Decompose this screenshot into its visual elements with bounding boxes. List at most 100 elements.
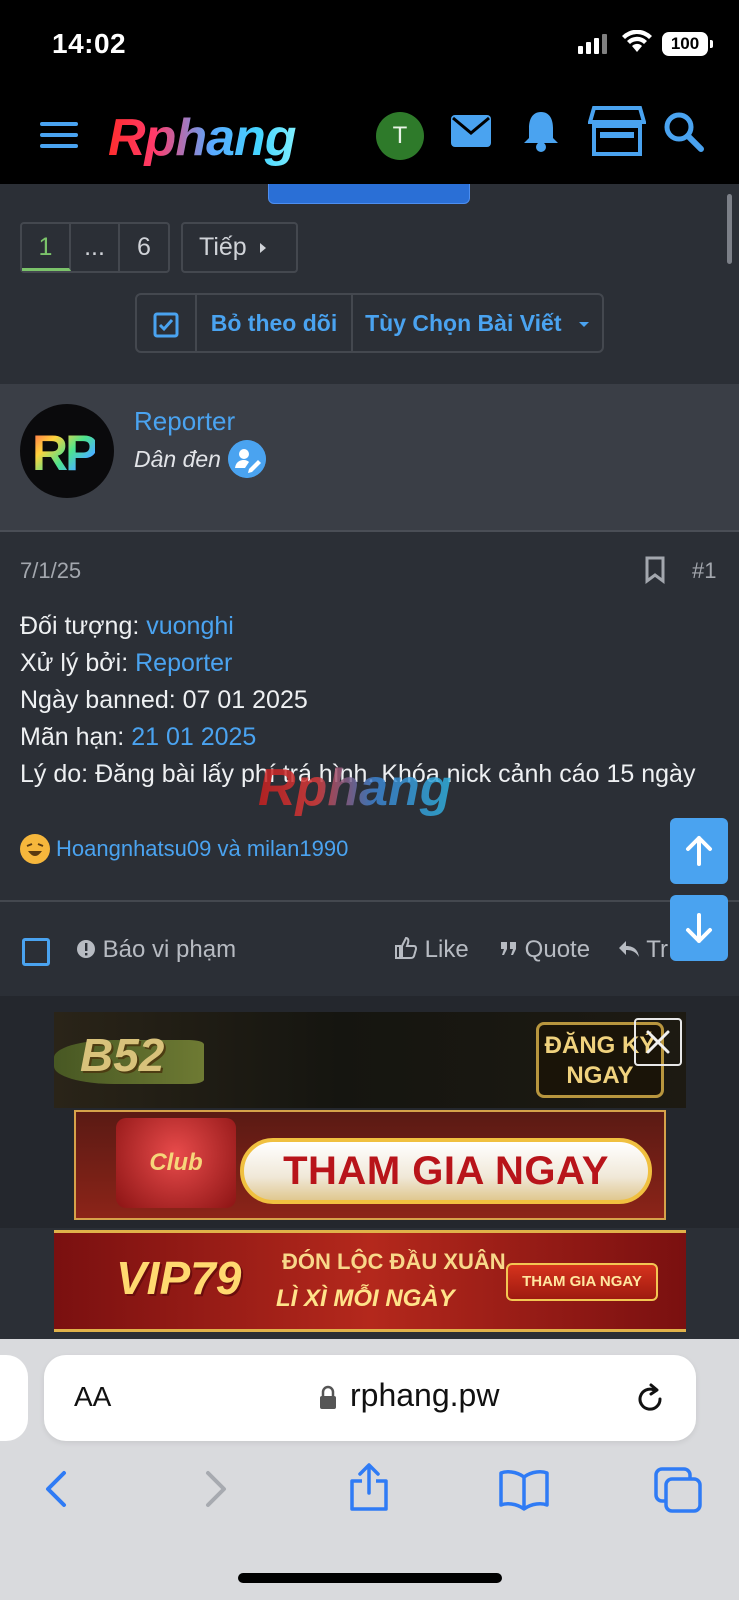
- text-size-button[interactable]: AA: [74, 1381, 111, 1413]
- line-label: Lý do:: [20, 760, 96, 788]
- reactions-users[interactable]: Hoangnhatsu09 và milan1990: [56, 836, 348, 862]
- line-label: Mãn hạn:: [20, 723, 132, 751]
- post-date[interactable]: 7/1/25: [20, 558, 81, 584]
- alert-circle-icon: [77, 940, 95, 958]
- post-options-label: Tùy Chọn Bài Viết: [365, 310, 562, 336]
- target-user-link[interactable]: vuonghi: [146, 612, 234, 640]
- status-time: 14:02: [52, 28, 127, 59]
- report-button[interactable]: Báo vi phạm: [76, 936, 236, 964]
- author-avatar[interactable]: RP: [20, 404, 114, 498]
- reload-icon[interactable]: [632, 1381, 668, 1417]
- wifi-icon: [622, 30, 652, 52]
- ad-banner-b52[interactable]: B52 ĐĂNG KÝ NGAY: [54, 1012, 686, 1108]
- url-text[interactable]: rphang.pw: [350, 1377, 499, 1414]
- reply-button-edge[interactable]: [268, 184, 470, 204]
- thread-tools: Bỏ theo dõi Tùy Chọn Bài Viết: [135, 293, 604, 353]
- scrollbar[interactable]: [727, 194, 732, 264]
- ad-brand-b52: B52: [80, 1029, 165, 1081]
- thumbs-up-icon: [395, 936, 418, 959]
- ad-headline: ĐÓN LỘC ĐẦU XUÂN: [282, 1249, 506, 1274]
- page-link-1[interactable]: 1: [22, 224, 71, 271]
- expiry-date-link[interactable]: 21 01 2025: [131, 723, 256, 751]
- site-logo[interactable]: Rphang: [108, 108, 297, 168]
- scroll-to-top-button[interactable]: [670, 818, 728, 884]
- ad-brand-club: Club: [116, 1118, 236, 1208]
- post-author-block: RP Reporter Dân đen: [0, 384, 739, 532]
- laughing-emoji-icon: [20, 834, 50, 864]
- store-icon[interactable]: [588, 106, 646, 156]
- select-post-checkbox[interactable]: [22, 938, 50, 966]
- arrow-up-icon: [686, 836, 712, 866]
- author-user-title: Dân đen: [134, 446, 221, 472]
- notification-bell-icon[interactable]: [521, 110, 561, 152]
- user-avatar[interactable]: T: [376, 112, 424, 160]
- home-indicator[interactable]: [238, 1573, 502, 1583]
- pagination: 1 ... 6: [20, 222, 170, 273]
- post-line-target: Đối tượng: vuonghi: [20, 608, 710, 645]
- ad-join-button-small[interactable]: THAM GIA NGAY: [506, 1263, 658, 1301]
- page-ellipsis[interactable]: ...: [71, 224, 120, 271]
- post-body: 7/1/25 #1 Đối tượng: vuonghi Xử lý bởi: …: [0, 532, 739, 882]
- quote-icon: [501, 942, 516, 955]
- close-icon: [646, 1030, 670, 1054]
- like-label: Like: [424, 936, 469, 963]
- reply-arrow-icon: [619, 941, 639, 957]
- ad-banner-vip79[interactable]: VIP79 ĐÓN LỘC ĐẦU XUÂN LÌ XÌ MỖI NGÀY TH…: [54, 1230, 686, 1332]
- author-username[interactable]: Reporter: [134, 406, 235, 437]
- report-label: Báo vi phạm: [102, 936, 237, 963]
- mail-icon[interactable]: [450, 114, 492, 148]
- select-thread-checkbox[interactable]: [137, 295, 197, 351]
- cellular-signal-icon: [578, 34, 610, 54]
- hamburger-menu-icon[interactable]: [40, 120, 78, 150]
- lock-icon: [320, 1385, 336, 1409]
- post-number[interactable]: #1: [692, 558, 716, 584]
- battery-indicator: 100: [662, 32, 713, 56]
- browser-toolbar: AA rphang.pw: [0, 1339, 739, 1600]
- reactions-summary[interactable]: Hoangnhatsu09 và milan1990: [20, 834, 348, 864]
- bookmarks-book-icon[interactable]: [498, 1469, 550, 1511]
- like-button[interactable]: Like: [394, 936, 469, 964]
- line-label: Đối tượng:: [20, 612, 147, 640]
- ad-banner-club[interactable]: Club THAM GIA NGAY: [74, 1110, 666, 1220]
- ad-close-button[interactable]: [634, 1018, 682, 1066]
- handler-user-link[interactable]: Reporter: [135, 649, 232, 677]
- ad-subheadline: LÌ XÌ MỖI NGÀY: [276, 1285, 455, 1312]
- address-bar[interactable]: AA rphang.pw: [44, 1355, 696, 1441]
- status-bar: 14:02 100: [0, 0, 739, 92]
- bookmark-icon[interactable]: [644, 556, 666, 584]
- unwatch-button[interactable]: Bỏ theo dõi: [197, 295, 353, 351]
- line-label: Xử lý bởi:: [20, 649, 136, 677]
- search-icon[interactable]: [664, 112, 704, 152]
- top-navigation: Rphang T: [0, 92, 739, 184]
- forward-icon[interactable]: [200, 1469, 230, 1509]
- post-actions: Báo vi phạm Like Quote Tr: [0, 900, 739, 996]
- next-page-button[interactable]: Tiếp: [181, 222, 298, 273]
- quote-button[interactable]: Quote: [500, 936, 590, 964]
- chevron-down-icon: [578, 321, 589, 327]
- ban-date-value: 07 01 2025: [182, 686, 308, 714]
- scroll-to-bottom-button[interactable]: [670, 895, 728, 961]
- logo-watermark: Rphang: [258, 759, 452, 817]
- author-avatar-text: RP: [32, 425, 98, 481]
- post-options-dropdown[interactable]: Tùy Chọn Bài Viết: [353, 295, 602, 351]
- reply-button[interactable]: Tr: [618, 936, 668, 964]
- back-icon[interactable]: [42, 1469, 72, 1509]
- thread-content: 1 ... 6 Tiếp Bỏ theo dõi Tùy Chọn Bài Vi…: [0, 184, 739, 1339]
- tabs-icon[interactable]: [654, 1467, 702, 1513]
- ad-brand-vip79: VIP79: [116, 1252, 242, 1304]
- line-label: Ngày banned:: [20, 686, 183, 714]
- user-edit-badge-icon: [228, 440, 266, 478]
- ad-join-button[interactable]: THAM GIA NGAY: [240, 1138, 652, 1204]
- post-line-expiry: Mãn hạn: 21 01 2025: [20, 719, 710, 756]
- next-page-label: Tiếp: [199, 233, 247, 261]
- post-line-ban-date: Ngày banned: 07 01 2025: [20, 682, 710, 719]
- caret-right-icon: [259, 243, 266, 253]
- post-line-handled-by: Xử lý bởi: Reporter: [20, 645, 710, 682]
- quote-label: Quote: [524, 936, 591, 963]
- share-icon[interactable]: [348, 1463, 390, 1513]
- checkbox-checked-icon: [153, 312, 179, 338]
- arrow-down-icon: [686, 913, 712, 943]
- previous-tab-preview[interactable]: [0, 1355, 28, 1441]
- reply-label: Tr: [646, 936, 668, 963]
- page-link-6[interactable]: 6: [120, 224, 168, 271]
